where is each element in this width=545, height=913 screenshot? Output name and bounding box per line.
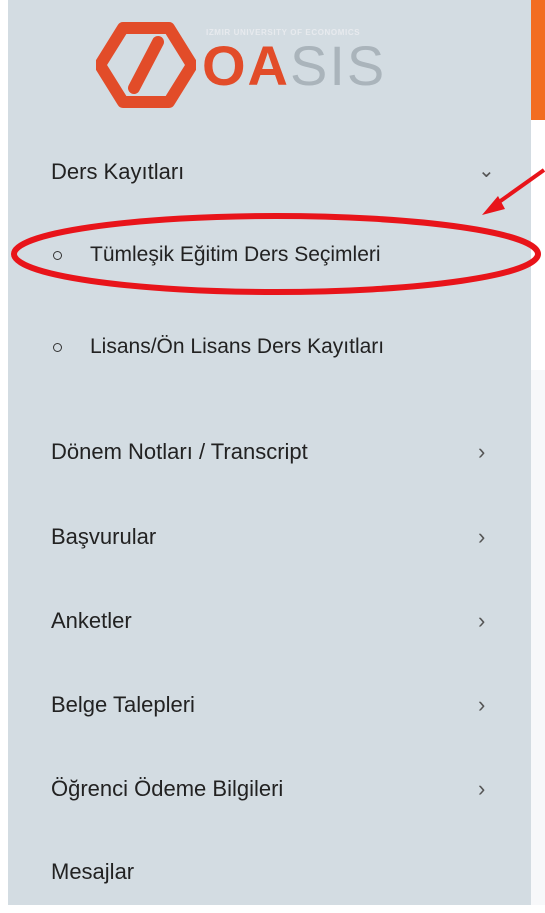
menu-item-mesajlar[interactable]: Mesajlar (8, 850, 531, 894)
chevron-right-icon: › (478, 776, 486, 801)
circle-bullet-icon (53, 250, 62, 260)
submenu-item-lisans-ders-kayitlari[interactable]: Lisans/Ön Lisans Ders Kayıtları (8, 327, 531, 367)
hexagon-slash-icon (96, 22, 196, 108)
circle-bullet-icon (53, 342, 62, 352)
menu-item-donem-notlari[interactable]: Dönem Notları / Transcript › (8, 430, 531, 474)
menu-item-label: Anketler (51, 608, 132, 633)
menu-item-ogrenci-odeme[interactable]: Öğrenci Ödeme Bilgileri › (8, 767, 531, 811)
content-background (531, 370, 545, 913)
menu-item-label: Belge Talepleri (51, 692, 195, 717)
bottom-strip (0, 905, 545, 913)
menu-item-label: Dönem Notları / Transcript (51, 439, 308, 464)
menu-item-basvurular[interactable]: Başvurular › (8, 515, 531, 559)
chevron-right-icon: › (478, 608, 486, 633)
menu-item-belge-talepleri[interactable]: Belge Talepleri › (8, 683, 531, 727)
logo-wordmark-rest: SIS (290, 34, 387, 97)
submenu-item-label: Lisans/Ön Lisans Ders Kayıtları (90, 335, 385, 358)
menu-item-ders-kayitlari[interactable]: Ders Kayıtları ⌄ (8, 150, 531, 194)
chevron-down-icon: ⌄ (478, 160, 495, 182)
chevron-right-icon: › (478, 692, 486, 717)
menu-item-anketler[interactable]: Anketler › (8, 599, 531, 643)
chevron-right-icon: › (478, 524, 486, 549)
menu-item-label: Başvurular (51, 524, 157, 549)
content-panel (531, 120, 545, 370)
menu-item-label: Öğrenci Ödeme Bilgileri (51, 776, 284, 801)
content-edge (531, 0, 545, 913)
header-accent-bar (531, 0, 545, 120)
oasis-logo[interactable]: IZMIR UNIVERSITY OF ECONOMICS OASIS (96, 20, 436, 110)
submenu-item-label: Tümleşik Eğitim Ders Seçimleri (90, 243, 381, 266)
logo-wordmark-accent: OA (202, 34, 290, 97)
menu-item-label: Ders Kayıtları (51, 159, 185, 184)
chevron-right-icon: › (478, 439, 486, 464)
submenu-item-tumlesik-egitim[interactable]: Tümleşik Eğitim Ders Seçimleri (8, 235, 531, 275)
menu-item-label: Mesajlar (51, 859, 135, 884)
logo-wordmark: OASIS (202, 38, 386, 94)
